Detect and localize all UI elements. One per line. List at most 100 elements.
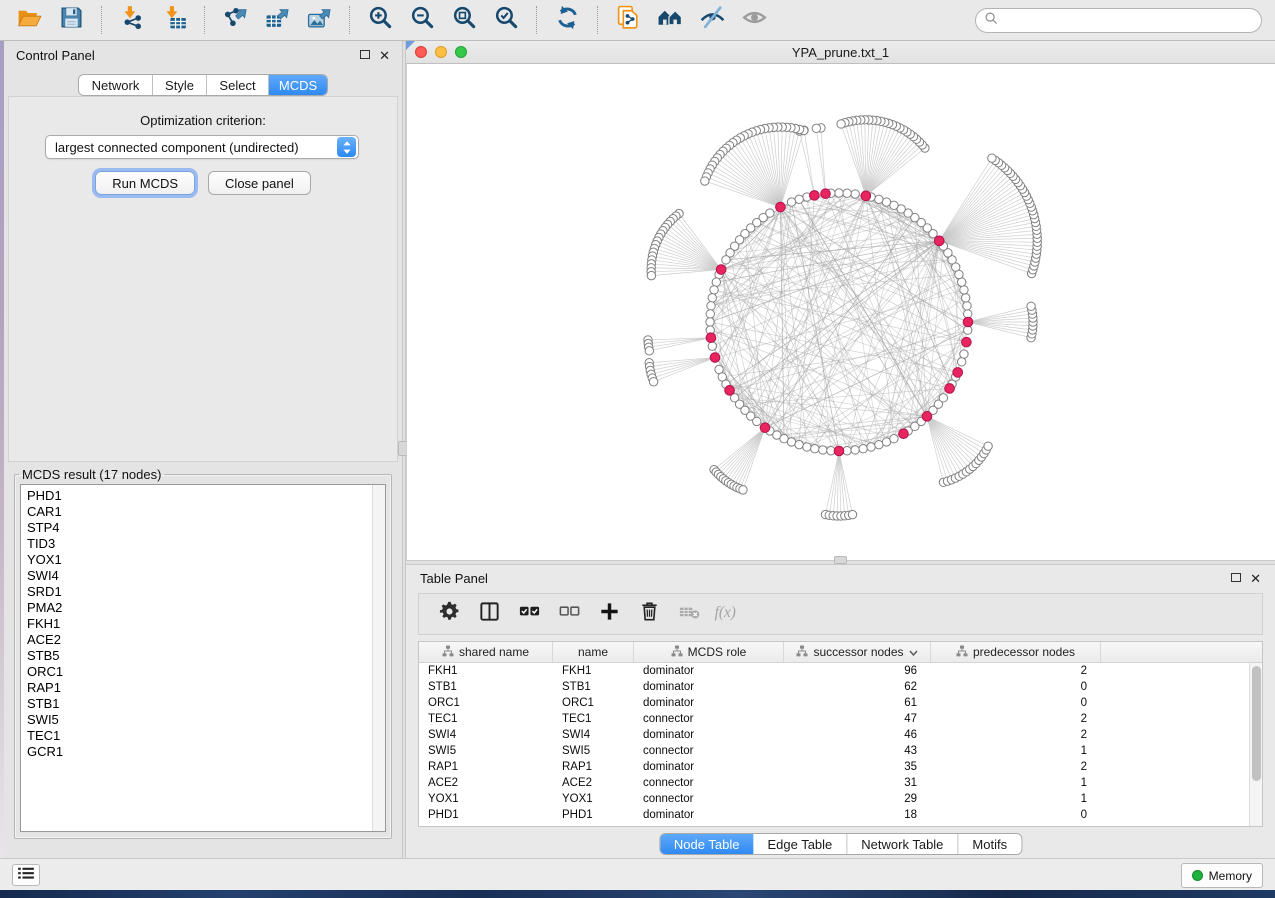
mcds-result-item[interactable]: PMA2 — [27, 600, 372, 616]
zoom-out-button[interactable] — [405, 4, 439, 36]
network-node[interactable] — [835, 189, 843, 197]
table-cell[interactable]: dominator — [634, 679, 784, 695]
import-network-button[interactable] — [115, 4, 149, 36]
table-cell[interactable]: PHD1 — [419, 807, 553, 823]
search-input[interactable] — [998, 10, 1261, 30]
network-canvas[interactable] — [406, 64, 1275, 560]
network-node[interactable] — [848, 510, 856, 518]
table-cell[interactable]: 61 — [784, 695, 931, 711]
table-cell[interactable]: 2 — [931, 727, 1101, 743]
tab-node-table[interactable]: Node Table — [660, 834, 754, 854]
table-cell[interactable]: 47 — [784, 711, 931, 727]
network-node[interactable] — [1027, 302, 1035, 310]
table-cell[interactable]: SWI5 — [419, 743, 553, 759]
unselect-all-columns-button[interactable] — [551, 597, 587, 631]
table-cell[interactable]: 46 — [784, 727, 931, 743]
table-cell[interactable]: STB1 — [553, 679, 634, 695]
save-session-button[interactable] — [54, 4, 88, 36]
mcds-result-item[interactable]: TEC1 — [27, 728, 372, 744]
table-cell[interactable]: ACE2 — [553, 775, 634, 791]
table-row[interactable]: RAP1RAP1dominator352 — [419, 759, 1262, 775]
column-header-name[interactable]: name — [553, 642, 634, 662]
table-cell[interactable]: 31 — [784, 775, 931, 791]
table-cell[interactable]: PHD1 — [553, 807, 634, 823]
horizontal-splitter-grip[interactable] — [834, 556, 847, 564]
export-network-button[interactable] — [218, 4, 252, 36]
table-cell[interactable]: connector — [634, 711, 784, 727]
network-node[interactable] — [706, 310, 714, 318]
table-cell[interactable]: RAP1 — [419, 759, 553, 775]
mcds-node[interactable] — [945, 384, 955, 394]
network-node[interactable] — [812, 124, 820, 132]
show-all-button[interactable] — [737, 4, 771, 36]
network-node[interactable] — [649, 378, 657, 386]
table-cell[interactable]: 1 — [931, 775, 1101, 791]
tab-style[interactable]: Style — [153, 75, 207, 95]
table-cell[interactable]: STB1 — [419, 679, 553, 695]
network-node[interactable] — [707, 302, 715, 310]
import-table-button[interactable] — [157, 4, 191, 36]
create-column-button[interactable] — [591, 597, 627, 631]
table-cell[interactable]: ORC1 — [419, 695, 553, 711]
table-cell[interactable]: YOX1 — [553, 791, 634, 807]
network-node[interactable] — [843, 189, 851, 197]
mcds-result-scrollbar[interactable] — [372, 485, 385, 831]
table-cell[interactable]: dominator — [634, 727, 784, 743]
mcds-result-item[interactable]: SWI5 — [27, 712, 372, 728]
network-node[interactable] — [875, 195, 883, 203]
hide-selected-button[interactable] — [695, 4, 729, 36]
close-panel-icon[interactable]: ✕ — [379, 49, 390, 62]
mcds-result-item[interactable]: STB1 — [27, 696, 372, 712]
mcds-result-item[interactable]: GCR1 — [27, 744, 372, 760]
column-header-shared-name[interactable]: shared name — [419, 642, 553, 662]
refresh-view-button[interactable] — [550, 4, 584, 36]
network-node[interactable] — [722, 256, 730, 264]
table-row[interactable]: SWI5SWI5connector431 — [419, 743, 1262, 759]
network-node[interactable] — [712, 278, 720, 286]
table-row[interactable]: SWI4SWI4dominator462 — [419, 727, 1262, 743]
optimization-criterion-select[interactable]: largest connected component (undirected) — [45, 135, 359, 159]
mcds-result-item[interactable]: PHD1 — [27, 488, 372, 504]
table-cell[interactable]: 2 — [931, 711, 1101, 727]
table-cell[interactable]: 1 — [931, 791, 1101, 807]
mcds-node[interactable] — [963, 317, 973, 327]
table-cell[interactable]: RAP1 — [553, 759, 634, 775]
table-scrollbar-thumb[interactable] — [1252, 666, 1261, 781]
mcds-node[interactable] — [821, 189, 831, 199]
tab-edge-table[interactable]: Edge Table — [753, 834, 847, 854]
network-node[interactable] — [859, 445, 867, 453]
mcds-node[interactable] — [834, 446, 844, 456]
task-history-button[interactable] — [12, 864, 40, 886]
mcds-result-item[interactable]: RAP1 — [27, 680, 372, 696]
network-node[interactable] — [867, 443, 875, 451]
network-node[interactable] — [645, 347, 653, 355]
zoom-fit-button[interactable] — [447, 4, 481, 36]
mcds-result-item[interactable]: FKH1 — [27, 616, 372, 632]
table-cell[interactable]: TEC1 — [553, 711, 634, 727]
export-image-button[interactable] — [302, 4, 336, 36]
mcds-result-item[interactable]: ACE2 — [27, 632, 372, 648]
column-header-predecessor-nodes[interactable]: predecessor nodes — [931, 642, 1101, 662]
network-graph-svg[interactable] — [407, 64, 1275, 560]
table-row[interactable]: PHD1PHD1dominator180 — [419, 807, 1262, 823]
table-cell[interactable]: connector — [634, 743, 784, 759]
mcds-result-item[interactable]: STB5 — [27, 648, 372, 664]
network-node[interactable] — [795, 440, 803, 448]
table-cell[interactable]: TEC1 — [419, 711, 553, 727]
mcds-node[interactable] — [934, 236, 944, 246]
mcds-result-item[interactable]: SWI4 — [27, 568, 372, 584]
network-node[interactable] — [803, 443, 811, 451]
table-cell[interactable]: YOX1 — [419, 791, 553, 807]
network-node[interactable] — [851, 446, 859, 454]
table-row[interactable]: TEC1TEC1connector472 — [419, 711, 1262, 727]
table-cell[interactable]: 0 — [931, 807, 1101, 823]
table-cell[interactable]: FKH1 — [553, 663, 634, 679]
network-node[interactable] — [963, 302, 971, 310]
tab-mcds[interactable]: MCDS — [269, 75, 327, 95]
float-table-panel-icon[interactable] — [1231, 569, 1241, 587]
network-node[interactable] — [753, 417, 761, 425]
network-node[interactable] — [647, 271, 655, 279]
network-node[interactable] — [890, 435, 898, 443]
table-cell[interactable]: dominator — [634, 807, 784, 823]
network-node[interactable] — [957, 358, 965, 366]
